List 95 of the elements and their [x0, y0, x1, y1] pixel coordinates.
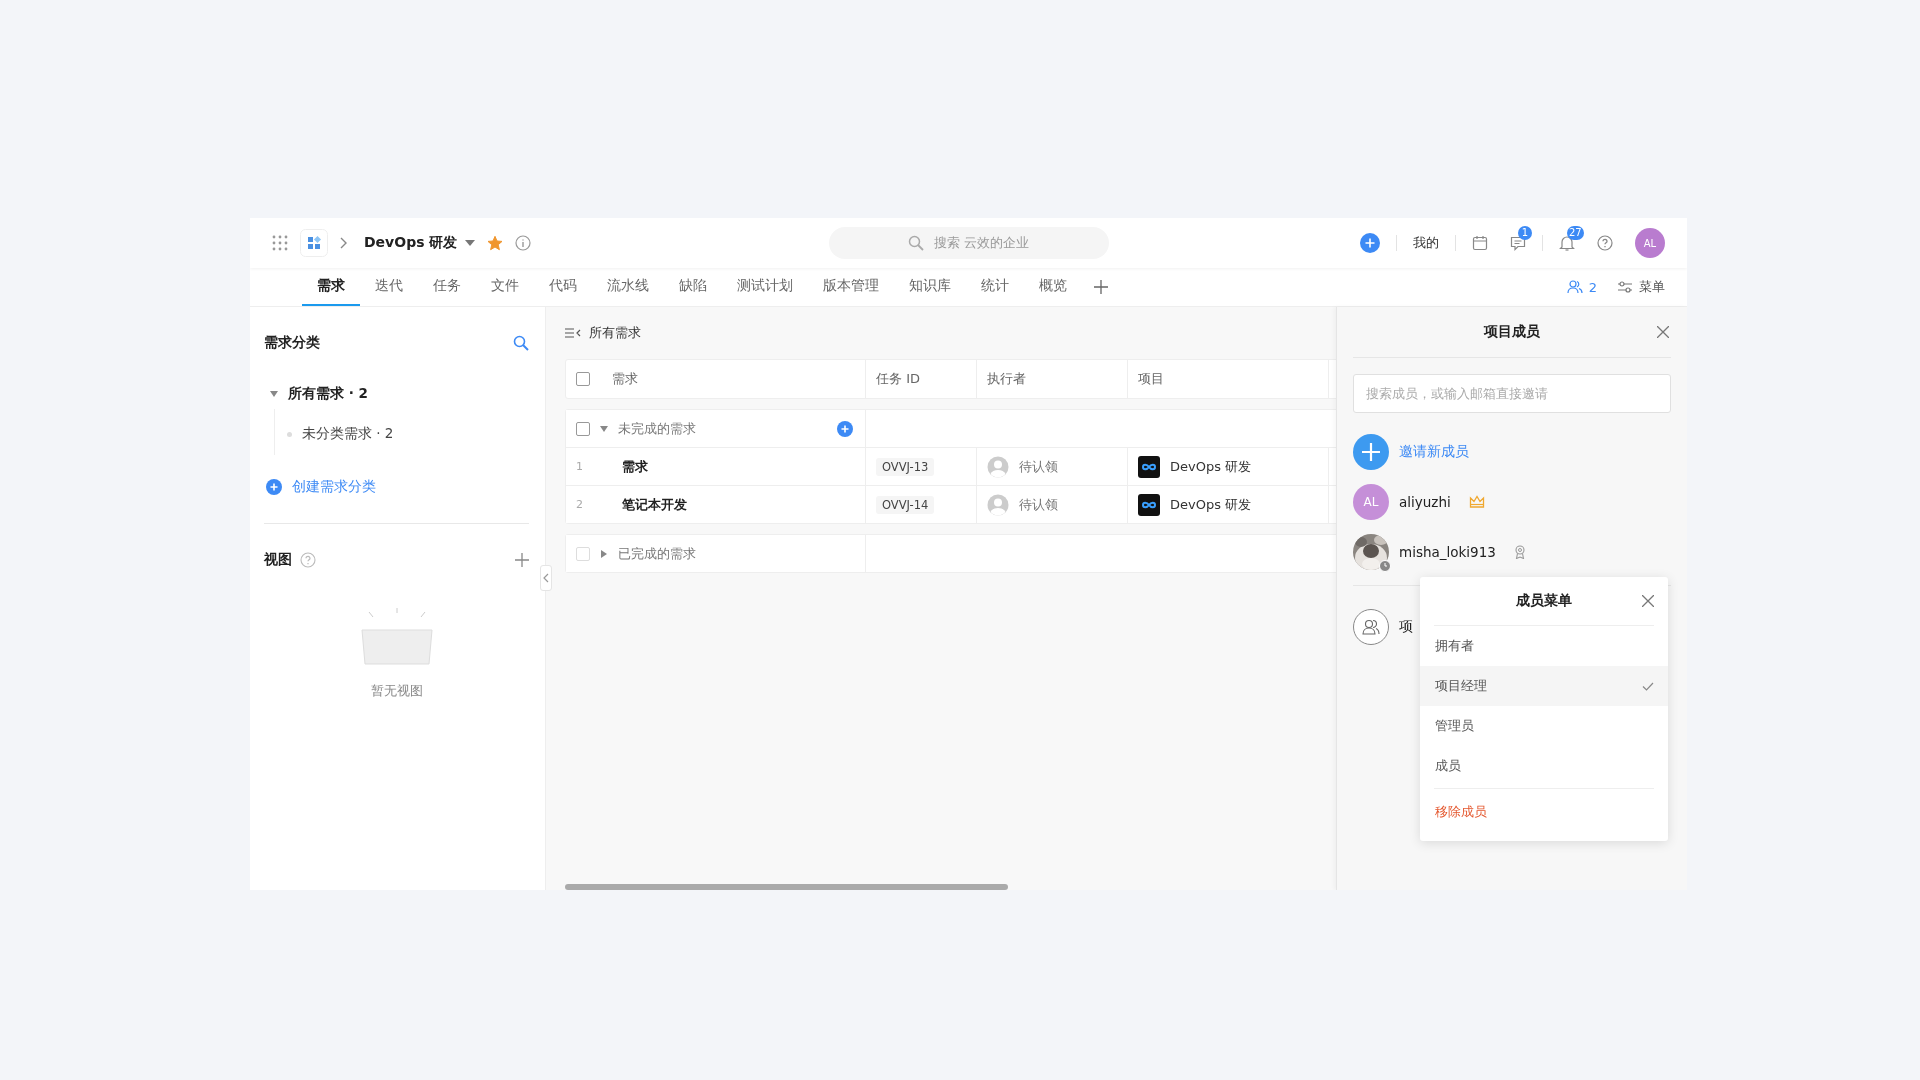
role-option[interactable]: 成员 [1420, 746, 1668, 786]
member-avatar: AL [1353, 484, 1389, 520]
table-cell: DevOps 研发 [1170, 495, 1252, 514]
chevron-right-icon [340, 237, 348, 249]
role-option[interactable]: 项目经理 [1420, 666, 1668, 706]
member-name: misha_loki913 [1399, 544, 1496, 560]
tree-item[interactable]: 所有需求 · 2 [264, 379, 529, 409]
column-header: 执行者 [987, 370, 1026, 388]
nav-tab[interactable]: 测试计划 [722, 268, 808, 306]
infinity-logo-icon [1138, 455, 1160, 478]
group-label: 项 [1399, 618, 1413, 636]
row-number: 1 [576, 460, 584, 473]
nav-tab[interactable]: 概览 [1024, 268, 1082, 306]
checkbox[interactable] [576, 372, 590, 386]
my-link[interactable]: 我的 [1413, 234, 1439, 252]
search-icon[interactable] [513, 335, 529, 351]
group-label: 未完成的需求 [618, 419, 696, 438]
members-button[interactable]: 2 [1566, 279, 1597, 295]
category-title: 需求分类 [264, 334, 320, 352]
members-icon [1566, 279, 1583, 295]
message-count-badge: 1 [1518, 226, 1532, 240]
user-avatar-icon [987, 455, 1009, 478]
message-icon[interactable] [1510, 235, 1526, 251]
category-label: 所有需求 · 2 [288, 385, 368, 403]
infinity-logo-icon [1138, 493, 1160, 516]
help-icon[interactable] [1597, 235, 1613, 251]
panel-title: 项目成员 [1484, 323, 1540, 341]
plus-circle-icon [1353, 434, 1389, 470]
search-icon [907, 235, 924, 251]
task-id-tag: OVVJ-14 [876, 495, 935, 514]
table-row[interactable]: 1 需求 OVVJ-13 待认领 DevOps 研发 [566, 448, 1336, 486]
plus-circle-icon [266, 479, 282, 495]
tree-item[interactable]: 未分类需求 · 2 [275, 419, 529, 449]
nav-tab[interactable]: 任务 [418, 268, 476, 306]
info-icon[interactable] [515, 235, 532, 251]
collapse-list-icon[interactable] [565, 327, 581, 339]
remove-member-button[interactable]: 移除成员 [1420, 791, 1668, 833]
invite-member-button[interactable]: 邀请新成员 [1353, 427, 1671, 477]
add-icon[interactable] [837, 420, 853, 437]
nav-tab[interactable]: 流水线 [592, 268, 664, 306]
nav-tab[interactable]: 代码 [534, 268, 592, 306]
apps-grid-icon[interactable] [272, 235, 288, 251]
nav-tab[interactable]: 文件 [476, 268, 534, 306]
clock-icon [1379, 560, 1391, 572]
member-search-field[interactable]: 搜索成员，或输入邮箱直接邀请 [1353, 374, 1671, 413]
close-icon[interactable] [1642, 595, 1654, 607]
role-option[interactable]: 拥有者 [1420, 626, 1668, 666]
star-icon[interactable] [487, 235, 504, 251]
role-option[interactable]: 管理员 [1420, 706, 1668, 746]
sliders-icon [1617, 279, 1633, 295]
checkmark-icon [1642, 681, 1654, 691]
group-label: 已完成的需求 [618, 544, 696, 563]
member-row[interactable]: AL aliyuzhi [1353, 477, 1671, 527]
bell-icon[interactable] [1559, 235, 1575, 251]
calendar-icon[interactable] [1472, 235, 1488, 251]
table-cell: 待认领 [1019, 495, 1058, 514]
checkbox[interactable] [576, 421, 590, 436]
collapse-handle[interactable] [540, 565, 552, 591]
category-label: 未分类需求 · 2 [302, 425, 394, 443]
views-title: 视图 [264, 551, 292, 569]
table-cell: 待认领 [1019, 457, 1058, 476]
close-icon[interactable] [1657, 326, 1669, 338]
nav-tab[interactable]: 缺陷 [664, 268, 722, 306]
nav-tab[interactable]: 迭代 [360, 268, 418, 306]
add-tab-icon[interactable] [1094, 280, 1108, 294]
add-icon[interactable] [1360, 233, 1380, 253]
nav-tab[interactable]: 统计 [966, 268, 1024, 306]
member-row[interactable]: misha_loki913 [1353, 527, 1671, 577]
project-app-icon[interactable] [300, 229, 328, 257]
user-avatar-icon [987, 493, 1009, 516]
caret-icon[interactable] [600, 424, 608, 433]
project-name[interactable]: DevOps 研发 [364, 234, 458, 252]
view-title: 所有需求 [589, 324, 641, 342]
table-cell: 笔记本开发 [622, 495, 687, 514]
nav-tab[interactable]: 知识库 [894, 268, 966, 306]
caret-down-icon[interactable] [465, 240, 476, 246]
menu-title: 成员菜单 [1516, 592, 1572, 610]
column-header: 项目 [1138, 370, 1164, 388]
help-icon[interactable] [300, 552, 316, 568]
row-number: 2 [576, 498, 584, 511]
notification-count-badge: 27 [1567, 226, 1584, 240]
column-header: 需求 [612, 370, 638, 388]
nav-tab[interactable]: 版本管理 [808, 268, 894, 306]
table-cell: 需求 [622, 457, 648, 476]
group-icon [1353, 609, 1389, 645]
column-header: 任务 ID [876, 370, 920, 388]
scrollbar[interactable] [565, 884, 1008, 890]
menu-button[interactable]: 菜单 [1617, 278, 1665, 296]
create-category-button[interactable]: 创建需求分类 [266, 475, 376, 499]
table-cell: DevOps 研发 [1170, 457, 1252, 476]
task-id-tag: OVVJ-13 [876, 457, 935, 476]
caret-icon[interactable] [600, 549, 608, 558]
empty-views-text: 暂无视图 [370, 682, 423, 700]
add-icon[interactable] [515, 553, 529, 567]
member-name: aliyuzhi [1399, 494, 1451, 510]
